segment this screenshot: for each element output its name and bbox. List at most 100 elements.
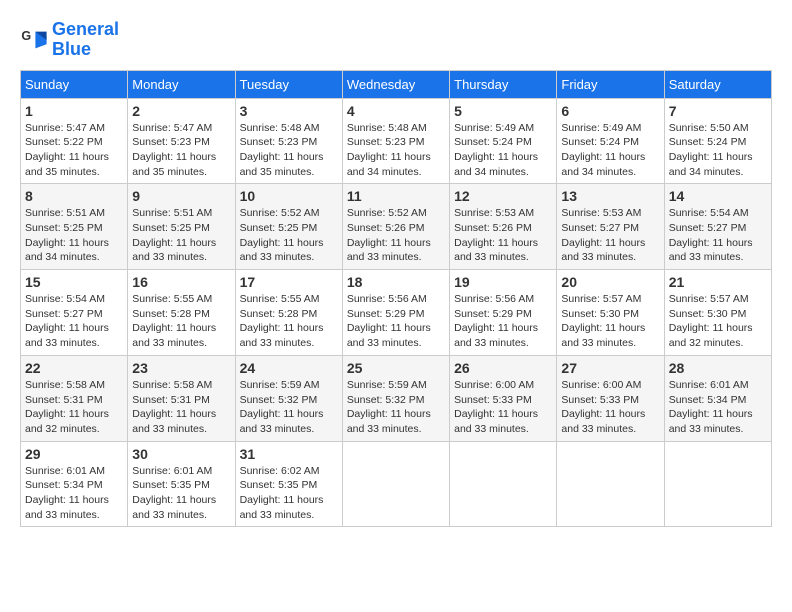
- day-info: Sunrise: 5:49 AMSunset: 5:24 PMDaylight:…: [561, 121, 659, 180]
- empty-cell: [557, 441, 664, 527]
- day-info: Sunrise: 5:59 AMSunset: 5:32 PMDaylight:…: [347, 378, 445, 437]
- day-number: 15: [25, 274, 123, 290]
- day-number: 2: [132, 103, 230, 119]
- calendar-day-1: 1 Sunrise: 5:47 AMSunset: 5:22 PMDayligh…: [21, 98, 128, 184]
- day-number: 4: [347, 103, 445, 119]
- day-info: Sunrise: 6:01 AMSunset: 5:34 PMDaylight:…: [25, 464, 123, 523]
- day-number: 24: [240, 360, 338, 376]
- weekday-header-row: SundayMondayTuesdayWednesdayThursdayFrid…: [21, 70, 772, 98]
- calendar-week-5: 29 Sunrise: 6:01 AMSunset: 5:34 PMDaylig…: [21, 441, 772, 527]
- calendar-day-29: 29 Sunrise: 6:01 AMSunset: 5:34 PMDaylig…: [21, 441, 128, 527]
- day-info: Sunrise: 5:57 AMSunset: 5:30 PMDaylight:…: [561, 292, 659, 351]
- calendar-week-4: 22 Sunrise: 5:58 AMSunset: 5:31 PMDaylig…: [21, 355, 772, 441]
- calendar-week-3: 15 Sunrise: 5:54 AMSunset: 5:27 PMDaylig…: [21, 270, 772, 356]
- calendar-day-2: 2 Sunrise: 5:47 AMSunset: 5:23 PMDayligh…: [128, 98, 235, 184]
- calendar-day-24: 24 Sunrise: 5:59 AMSunset: 5:32 PMDaylig…: [235, 355, 342, 441]
- calendar-day-20: 20 Sunrise: 5:57 AMSunset: 5:30 PMDaylig…: [557, 270, 664, 356]
- day-info: Sunrise: 5:47 AMSunset: 5:22 PMDaylight:…: [25, 121, 123, 180]
- calendar-day-4: 4 Sunrise: 5:48 AMSunset: 5:23 PMDayligh…: [342, 98, 449, 184]
- calendar-day-5: 5 Sunrise: 5:49 AMSunset: 5:24 PMDayligh…: [450, 98, 557, 184]
- day-info: Sunrise: 5:51 AMSunset: 5:25 PMDaylight:…: [132, 206, 230, 265]
- day-info: Sunrise: 6:02 AMSunset: 5:35 PMDaylight:…: [240, 464, 338, 523]
- day-info: Sunrise: 5:53 AMSunset: 5:27 PMDaylight:…: [561, 206, 659, 265]
- calendar-table: SundayMondayTuesdayWednesdayThursdayFrid…: [20, 70, 772, 528]
- day-number: 18: [347, 274, 445, 290]
- day-info: Sunrise: 5:47 AMSunset: 5:23 PMDaylight:…: [132, 121, 230, 180]
- weekday-header-wednesday: Wednesday: [342, 70, 449, 98]
- day-number: 25: [347, 360, 445, 376]
- calendar-day-30: 30 Sunrise: 6:01 AMSunset: 5:35 PMDaylig…: [128, 441, 235, 527]
- day-number: 11: [347, 188, 445, 204]
- weekday-header-monday: Monday: [128, 70, 235, 98]
- calendar-day-25: 25 Sunrise: 5:59 AMSunset: 5:32 PMDaylig…: [342, 355, 449, 441]
- calendar-day-7: 7 Sunrise: 5:50 AMSunset: 5:24 PMDayligh…: [664, 98, 771, 184]
- logo-text: General Blue: [52, 20, 119, 60]
- day-number: 8: [25, 188, 123, 204]
- weekday-header-saturday: Saturday: [664, 70, 771, 98]
- calendar-day-26: 26 Sunrise: 6:00 AMSunset: 5:33 PMDaylig…: [450, 355, 557, 441]
- day-info: Sunrise: 6:00 AMSunset: 5:33 PMDaylight:…: [454, 378, 552, 437]
- day-number: 30: [132, 446, 230, 462]
- calendar-day-14: 14 Sunrise: 5:54 AMSunset: 5:27 PMDaylig…: [664, 184, 771, 270]
- day-info: Sunrise: 5:55 AMSunset: 5:28 PMDaylight:…: [132, 292, 230, 351]
- calendar-day-12: 12 Sunrise: 5:53 AMSunset: 5:26 PMDaylig…: [450, 184, 557, 270]
- calendar-day-10: 10 Sunrise: 5:52 AMSunset: 5:25 PMDaylig…: [235, 184, 342, 270]
- logo-icon: G: [20, 26, 48, 54]
- calendar-day-11: 11 Sunrise: 5:52 AMSunset: 5:26 PMDaylig…: [342, 184, 449, 270]
- day-info: Sunrise: 6:01 AMSunset: 5:34 PMDaylight:…: [669, 378, 767, 437]
- day-info: Sunrise: 5:48 AMSunset: 5:23 PMDaylight:…: [347, 121, 445, 180]
- calendar-week-1: 1 Sunrise: 5:47 AMSunset: 5:22 PMDayligh…: [21, 98, 772, 184]
- day-info: Sunrise: 5:52 AMSunset: 5:26 PMDaylight:…: [347, 206, 445, 265]
- day-number: 6: [561, 103, 659, 119]
- day-number: 3: [240, 103, 338, 119]
- calendar-day-3: 3 Sunrise: 5:48 AMSunset: 5:23 PMDayligh…: [235, 98, 342, 184]
- weekday-header-sunday: Sunday: [21, 70, 128, 98]
- calendar-day-21: 21 Sunrise: 5:57 AMSunset: 5:30 PMDaylig…: [664, 270, 771, 356]
- weekday-header-tuesday: Tuesday: [235, 70, 342, 98]
- day-info: Sunrise: 6:00 AMSunset: 5:33 PMDaylight:…: [561, 378, 659, 437]
- day-info: Sunrise: 6:01 AMSunset: 5:35 PMDaylight:…: [132, 464, 230, 523]
- empty-cell: [342, 441, 449, 527]
- calendar-week-2: 8 Sunrise: 5:51 AMSunset: 5:25 PMDayligh…: [21, 184, 772, 270]
- day-info: Sunrise: 5:52 AMSunset: 5:25 PMDaylight:…: [240, 206, 338, 265]
- day-number: 5: [454, 103, 552, 119]
- day-number: 22: [25, 360, 123, 376]
- day-number: 12: [454, 188, 552, 204]
- day-info: Sunrise: 5:54 AMSunset: 5:27 PMDaylight:…: [25, 292, 123, 351]
- day-number: 28: [669, 360, 767, 376]
- calendar-day-23: 23 Sunrise: 5:58 AMSunset: 5:31 PMDaylig…: [128, 355, 235, 441]
- day-info: Sunrise: 5:48 AMSunset: 5:23 PMDaylight:…: [240, 121, 338, 180]
- day-info: Sunrise: 5:59 AMSunset: 5:32 PMDaylight:…: [240, 378, 338, 437]
- day-info: Sunrise: 5:58 AMSunset: 5:31 PMDaylight:…: [132, 378, 230, 437]
- calendar-day-9: 9 Sunrise: 5:51 AMSunset: 5:25 PMDayligh…: [128, 184, 235, 270]
- calendar-day-8: 8 Sunrise: 5:51 AMSunset: 5:25 PMDayligh…: [21, 184, 128, 270]
- day-number: 13: [561, 188, 659, 204]
- day-number: 20: [561, 274, 659, 290]
- day-number: 14: [669, 188, 767, 204]
- day-number: 17: [240, 274, 338, 290]
- day-info: Sunrise: 5:50 AMSunset: 5:24 PMDaylight:…: [669, 121, 767, 180]
- day-number: 21: [669, 274, 767, 290]
- calendar-day-28: 28 Sunrise: 6:01 AMSunset: 5:34 PMDaylig…: [664, 355, 771, 441]
- calendar-day-22: 22 Sunrise: 5:58 AMSunset: 5:31 PMDaylig…: [21, 355, 128, 441]
- logo: G General Blue: [20, 20, 119, 60]
- day-number: 10: [240, 188, 338, 204]
- day-info: Sunrise: 5:54 AMSunset: 5:27 PMDaylight:…: [669, 206, 767, 265]
- page-header: G General Blue: [20, 20, 772, 60]
- weekday-header-friday: Friday: [557, 70, 664, 98]
- calendar-day-18: 18 Sunrise: 5:56 AMSunset: 5:29 PMDaylig…: [342, 270, 449, 356]
- day-number: 26: [454, 360, 552, 376]
- day-info: Sunrise: 5:55 AMSunset: 5:28 PMDaylight:…: [240, 292, 338, 351]
- calendar-day-6: 6 Sunrise: 5:49 AMSunset: 5:24 PMDayligh…: [557, 98, 664, 184]
- calendar-day-27: 27 Sunrise: 6:00 AMSunset: 5:33 PMDaylig…: [557, 355, 664, 441]
- day-number: 31: [240, 446, 338, 462]
- day-number: 23: [132, 360, 230, 376]
- day-info: Sunrise: 5:49 AMSunset: 5:24 PMDaylight:…: [454, 121, 552, 180]
- day-number: 16: [132, 274, 230, 290]
- day-info: Sunrise: 5:56 AMSunset: 5:29 PMDaylight:…: [454, 292, 552, 351]
- empty-cell: [664, 441, 771, 527]
- day-number: 9: [132, 188, 230, 204]
- day-info: Sunrise: 5:57 AMSunset: 5:30 PMDaylight:…: [669, 292, 767, 351]
- calendar-day-13: 13 Sunrise: 5:53 AMSunset: 5:27 PMDaylig…: [557, 184, 664, 270]
- day-number: 29: [25, 446, 123, 462]
